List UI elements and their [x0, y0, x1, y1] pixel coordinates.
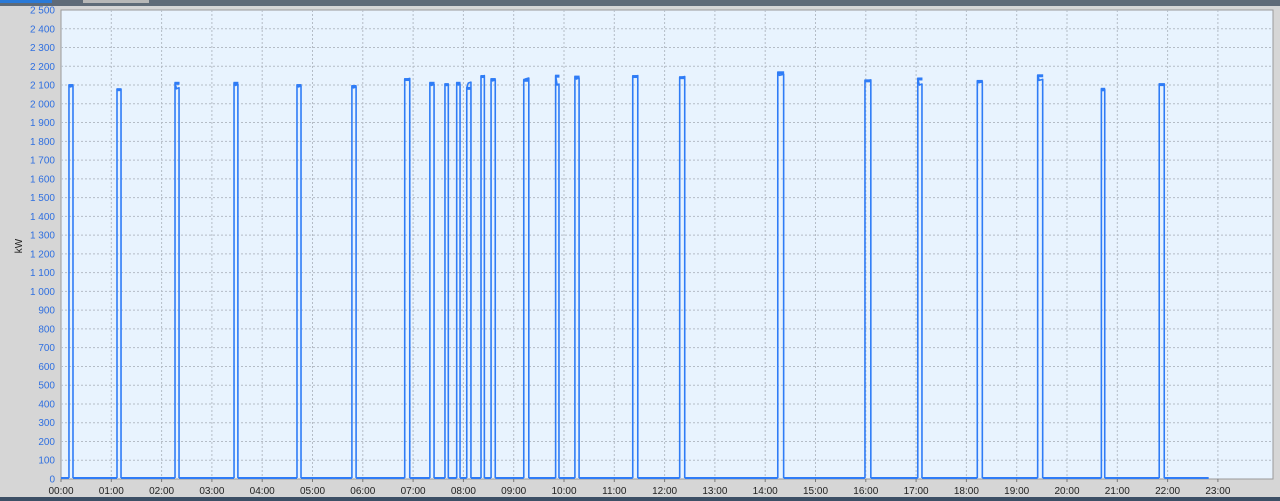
pulse-cap [864, 79, 872, 83]
y-axis-ticks: 0 100 200 300 400 500 600 700 800 900 1 000 1 100 1 … [30, 6, 55, 486]
x-tick-label: 21:00 [1105, 486, 1130, 497]
y-tick-label: 700 [38, 343, 55, 354]
pulse-cap [404, 78, 411, 82]
y-tick-label: 800 [38, 324, 55, 335]
x-tick-label: 19:00 [1004, 486, 1029, 497]
x-tick-label: 05:00 [300, 486, 325, 497]
y-tick-label: 2 000 [30, 99, 55, 110]
y-tick-label: 500 [38, 381, 55, 392]
pulse-cap [444, 83, 449, 87]
pulse-cap [116, 88, 122, 92]
pulse-cap [429, 81, 435, 85]
pulse-cap [296, 84, 302, 88]
pulse-cap [976, 79, 983, 83]
pulse-cap [555, 74, 560, 78]
pulse-cap [679, 76, 686, 80]
plot-area [60, 9, 1274, 480]
y-tick-label: 2 500 [30, 6, 55, 17]
y-tick-label: 0 [49, 475, 55, 486]
y-tick-label: 1 500 [30, 193, 55, 204]
x-tick-label: 01:00 [99, 486, 124, 497]
y-tick-label: 900 [38, 306, 55, 317]
y-tick-label: 1 200 [30, 249, 55, 260]
x-tick-label: 09:00 [501, 486, 526, 497]
pulse-cap [523, 78, 530, 82]
pulse-cap [174, 81, 180, 85]
x-tick-label: 00:00 [48, 486, 73, 497]
y-tick-label: 1 100 [30, 268, 55, 279]
y-tick-label: 2 100 [30, 81, 55, 92]
y-tick-label: 200 [38, 437, 55, 448]
y-tick-label: 1 400 [30, 212, 55, 223]
y-tick-label: 2 200 [30, 62, 55, 73]
pulse-cap [1037, 74, 1044, 78]
y-tick-label: 1 300 [30, 231, 55, 242]
y-axis-label: kW [14, 238, 25, 253]
x-axis-ticks: 00:00 01:00 02:00 03:00 04:00 05:00 06:00 07:00… [48, 479, 1231, 497]
x-tick-label: 04:00 [250, 486, 275, 497]
x-tick-label: 16:00 [853, 486, 878, 497]
x-tick-label: 22:00 [1155, 486, 1180, 497]
x-tick-label: 18:00 [954, 486, 979, 497]
pulse-cap [777, 71, 785, 75]
pulse-cap [68, 84, 74, 88]
x-tick-label: 02:00 [149, 486, 174, 497]
pulse-cap [574, 75, 580, 79]
x-tick-label: 13:00 [702, 486, 727, 497]
pulse-cap [351, 84, 357, 88]
x-tick-label: 15:00 [803, 486, 828, 497]
pulse-cap [456, 81, 461, 85]
x-tick-label: 10:00 [551, 486, 576, 497]
pulse-cap [632, 75, 639, 79]
x-tick-label: 23:00 [1205, 486, 1230, 497]
y-tick-label: 2 300 [30, 43, 55, 54]
y-tick-label: 400 [38, 399, 55, 410]
pulse-cap [480, 75, 485, 79]
pulse-cap [490, 78, 496, 82]
y-tick-label: 1 600 [30, 174, 55, 185]
x-tick-label: 11:00 [602, 486, 627, 497]
x-tick-label: 06:00 [350, 486, 375, 497]
pulse-cap [466, 86, 472, 90]
x-tick-label: 14:00 [753, 486, 778, 497]
x-tick-label: 20:00 [1054, 486, 1079, 497]
x-tick-label: 08:00 [451, 486, 476, 497]
y-tick-label: 1 700 [30, 156, 55, 167]
x-tick-label: 03:00 [199, 486, 224, 497]
pulse-cap [1158, 83, 1165, 87]
y-tick-label: 300 [38, 418, 55, 429]
y-tick-label: 1 800 [30, 137, 55, 148]
x-tick-label: 12:00 [652, 486, 677, 497]
y-tick-label: 600 [38, 362, 55, 373]
y-tick-label: 1 000 [30, 287, 55, 298]
y-tick-label: 1 900 [30, 118, 55, 129]
pulse-cap [1100, 87, 1106, 91]
x-tick-label: 17:00 [904, 486, 929, 497]
pulse-cap [233, 81, 239, 85]
power-chart: 0 100 200 300 400 500 600 700 800 900 1 000 1 100 1 … [14, 6, 1274, 497]
y-tick-label: 100 [38, 456, 55, 467]
x-tick-label: 07:00 [401, 486, 426, 497]
y-tick-label: 2 400 [30, 24, 55, 35]
window-bottom-bar [0, 497, 1280, 501]
pulse-cap [917, 77, 923, 81]
